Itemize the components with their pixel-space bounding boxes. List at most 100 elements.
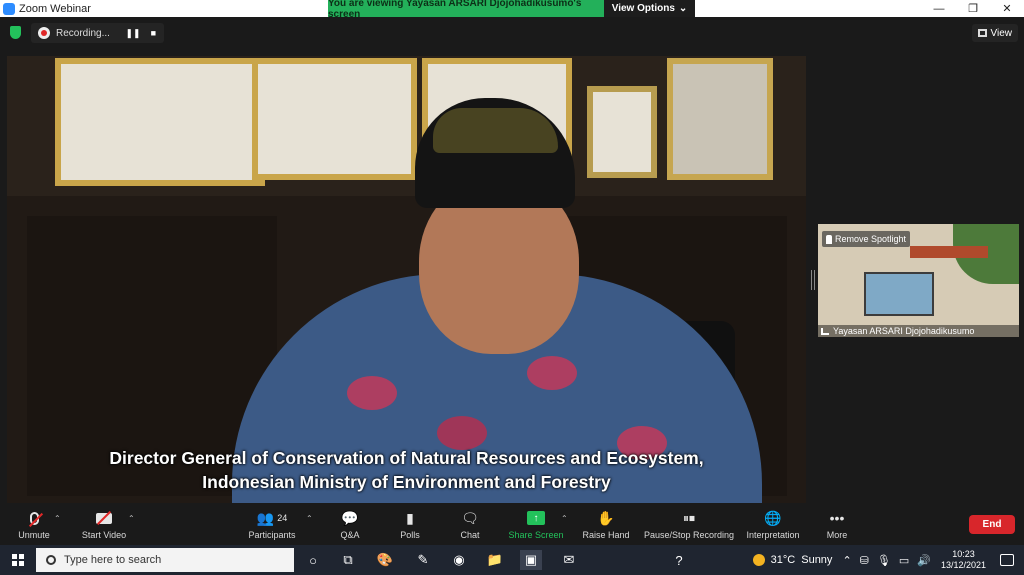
polls-icon: ▮: [406, 509, 414, 526]
weather-temperature[interactable]: 31°C: [771, 554, 796, 566]
microphone-icon[interactable]: 🎙: [877, 554, 891, 567]
participants-count: 24: [277, 513, 288, 523]
taskbar-clock[interactable]: 10:23 13/12/2021: [941, 549, 986, 571]
video-frame-award: [667, 58, 773, 180]
start-video-button[interactable]: Start Video: [78, 508, 130, 544]
view-button[interactable]: View: [971, 24, 1018, 42]
qa-icon: 💬: [341, 509, 359, 526]
zoom-taskbar-icon[interactable]: ▣: [520, 550, 542, 570]
chat-label: Chat: [460, 530, 480, 540]
pause-stop-icon: ⏸⏹: [682, 510, 695, 525]
remove-spotlight-label: Remove Spotlight: [835, 234, 907, 244]
video-shirt-pattern: [527, 356, 577, 390]
close-button[interactable]: ✕: [990, 0, 1024, 17]
volume-icon[interactable]: 🔊: [917, 554, 931, 567]
qa-label: Q&A: [340, 530, 360, 540]
video-frame-certificate: [252, 58, 417, 180]
recording-cloud-icon: [38, 27, 50, 39]
video-caption: Director General of Conservation of Natu…: [7, 446, 806, 494]
screen-share-banner: You are viewing Yayasan ARSARI Djojohadi…: [328, 0, 695, 20]
zoom-app-icon: [3, 2, 15, 15]
interpretation-button[interactable]: 🌐 Interpretation: [744, 508, 802, 544]
help-icon[interactable]: ?: [668, 550, 690, 570]
participants-options-caret[interactable]: ⌃: [306, 514, 313, 523]
minimize-button[interactable]: —: [922, 0, 956, 17]
shield-icon[interactable]: [10, 26, 21, 39]
paint-app-icon[interactable]: 🎨: [374, 550, 396, 570]
chat-icon: 🗨: [461, 509, 479, 526]
video-frame-certificate: [55, 58, 265, 186]
video-shirt-pattern: [437, 416, 487, 450]
more-button[interactable]: ••• More: [823, 508, 851, 544]
file-explorer-icon[interactable]: 📁: [484, 550, 506, 570]
weather-condition[interactable]: Sunny: [801, 554, 832, 566]
clock-time: 10:23: [952, 549, 975, 559]
task-view-icon[interactable]: ⧉: [337, 550, 359, 570]
video-options-caret[interactable]: ⌃: [128, 514, 135, 523]
network-icon[interactable]: ⛁: [860, 554, 869, 567]
system-tray: 31°C Sunny ⌃ ⛁ 🎙 ▭ 🔊 10:23 13/12/2021: [752, 545, 1024, 575]
grid-view-icon: [977, 29, 987, 37]
audio-options-caret[interactable]: ⌃: [54, 514, 61, 523]
raise-hand-button[interactable]: ✋ Raise Hand: [582, 508, 630, 544]
taskbar-search-box[interactable]: Type here to search: [36, 548, 294, 572]
participants-icon: 👥 24: [256, 509, 288, 526]
raise-hand-label: Raise Hand: [582, 530, 630, 540]
more-icon: •••: [829, 510, 845, 526]
pause-recording-button[interactable]: ❚❚: [125, 28, 140, 39]
interpretation-label: Interpretation: [746, 530, 800, 540]
more-label: More: [826, 530, 848, 540]
remove-spotlight-button[interactable]: Remove Spotlight: [822, 231, 911, 247]
share-options-caret[interactable]: ⌃: [561, 514, 568, 523]
recording-indicator: Recording... ❚❚ ■: [31, 23, 164, 43]
qa-button[interactable]: 💬 Q&A: [336, 508, 364, 544]
panel-resize-handle[interactable]: [811, 270, 815, 290]
pause-stop-recording-button[interactable]: ⏸⏹ Pause/Stop Recording: [643, 508, 735, 544]
view-label: View: [990, 27, 1013, 39]
outlook-icon[interactable]: ✉: [558, 550, 580, 570]
recording-label: Recording...: [56, 27, 110, 39]
window-controls: — ❐ ✕: [922, 0, 1024, 17]
restore-button[interactable]: ❐: [956, 0, 990, 17]
thumbnail-inner-screen: [864, 272, 934, 316]
pause-stop-recording-label: Pause/Stop Recording: [643, 530, 735, 540]
view-options-label: View Options: [611, 3, 675, 14]
view-options-button[interactable]: View Options ⌄: [604, 0, 695, 17]
edge-browser-icon[interactable]: ◉: [448, 550, 470, 570]
microphone-muted-icon: [28, 511, 43, 527]
share-screen-label: Share Screen: [508, 530, 564, 540]
search-placeholder: Type here to search: [64, 554, 162, 566]
pen-app-icon[interactable]: ✎: [412, 550, 434, 570]
polls-label: Polls: [400, 530, 420, 540]
notification-icon[interactable]: [1000, 554, 1014, 566]
polls-button[interactable]: ▮ Polls: [396, 508, 424, 544]
thumbnail-roof: [910, 246, 988, 258]
hand-icon: ✋: [597, 509, 615, 526]
start-video-label: Start Video: [81, 530, 127, 540]
video-off-icon: [96, 510, 112, 525]
caption-line-1: Director General of Conservation of Natu…: [109, 448, 704, 468]
end-button[interactable]: End: [969, 515, 1015, 534]
unmute-button[interactable]: Unmute: [14, 508, 54, 544]
participants-button[interactable]: 👥 24 Participants: [246, 508, 298, 544]
cortana-icon[interactable]: ○: [302, 550, 324, 570]
display-icon[interactable]: ▭: [899, 554, 909, 567]
caption-line-2: Indonesian Ministry of Environment and F…: [202, 472, 611, 492]
clock-date: 13/12/2021: [940, 560, 986, 570]
share-screen-button[interactable]: ↑ Share Screen: [508, 508, 564, 544]
active-speaker-video: Director General of Conservation of Natu…: [7, 56, 806, 503]
search-icon: [46, 555, 56, 565]
participant-name: Yayasan ARSARI Djojohadikusumo: [833, 326, 975, 336]
stop-recording-button[interactable]: ■: [151, 28, 156, 39]
sun-weather-icon: [752, 554, 765, 566]
viewing-screen-text: You are viewing Yayasan ARSARI Djojohadi…: [328, 0, 604, 20]
windows-start-icon[interactable]: [12, 554, 24, 566]
pin-icon: [826, 234, 832, 244]
meeting-topbar: Recording... ❚❚ ■ View: [0, 17, 1024, 49]
chevron-down-icon: ⌄: [678, 3, 688, 14]
chat-button[interactable]: 🗨 Chat: [456, 508, 484, 544]
globe-icon: 🌐: [764, 509, 782, 526]
video-frame-plaque: [587, 86, 657, 178]
chevron-up-icon[interactable]: ⌃: [842, 554, 851, 567]
window-title: Zoom Webinar: [19, 2, 91, 15]
